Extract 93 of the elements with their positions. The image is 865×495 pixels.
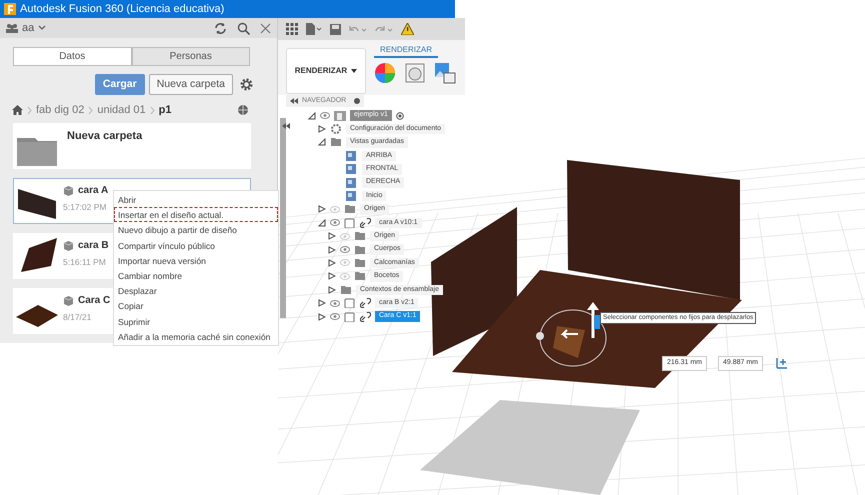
- settings-icon[interactable]: [240, 78, 253, 91]
- folder-icon: [354, 244, 366, 255]
- menu-item[interactable]: Nuevo dibujo a partir de diseño: [114, 222, 278, 238]
- team-name[interactable]: aa: [22, 20, 34, 36]
- eye-icon[interactable]: [330, 313, 340, 320]
- camera-view-icon: [346, 164, 358, 174]
- cube-icon: [63, 240, 74, 250]
- menu-item[interactable]: Importar nueva versión: [114, 252, 278, 268]
- file-name: Nueva carpeta: [67, 129, 142, 144]
- people-icon[interactable]: [6, 23, 18, 33]
- window-title: Autodesk Fusion 360 (Licencia educativa): [20, 2, 224, 17]
- collapse-icon[interactable]: [290, 98, 298, 104]
- app-logo-icon: [4, 3, 16, 15]
- ribbon-tab[interactable]: RENDERIZAR: [374, 44, 438, 58]
- globe-icon[interactable]: [237, 104, 249, 116]
- file-name: cara B: [78, 239, 109, 253]
- file-date: 8/17/21: [63, 311, 92, 324]
- chevron-icon: [88, 106, 94, 114]
- expand-arrow-icon[interactable]: [328, 232, 336, 240]
- chevron-icon: [150, 106, 155, 114]
- breadcrumb-link[interactable]: fab dig 02: [36, 102, 84, 118]
- menu-item[interactable]: Insertar en el diseño actual.: [114, 207, 278, 222]
- back-wall-panel[interactable]: [567, 160, 740, 300]
- pin-icon[interactable]: [354, 98, 360, 104]
- document-icon: [334, 110, 346, 121]
- scene-icon[interactable]: [404, 62, 426, 84]
- collapse-arrow-icon[interactable]: [318, 218, 326, 227]
- breadcrumb-link[interactable]: p1: [158, 102, 172, 118]
- collapse-arrow-icon[interactable]: [308, 112, 316, 120]
- caret-icon: [351, 69, 358, 73]
- expand-arrow-icon[interactable]: [328, 246, 336, 254]
- eye-icon[interactable]: [340, 246, 350, 254]
- settings-icon: [330, 124, 342, 134]
- save-icon[interactable]: [330, 24, 341, 34]
- file-card[interactable]: Nueva carpeta: [13, 123, 251, 169]
- color-wheel-icon[interactable]: [374, 62, 396, 84]
- home-icon[interactable]: [12, 105, 23, 115]
- warning-icon[interactable]: [401, 23, 414, 35]
- link-icon: [360, 312, 371, 322]
- folder-icon: [354, 258, 366, 268]
- folder-icon: [344, 204, 356, 214]
- image-icon[interactable]: [434, 62, 456, 84]
- link-icon: [360, 298, 371, 308]
- new-folder-button[interactable]: Nueva carpeta: [148, 74, 233, 95]
- eye-icon[interactable]: [330, 219, 340, 226]
- eye-icon[interactable]: [320, 112, 330, 120]
- expand-arrow-icon[interactable]: [318, 125, 326, 134]
- workspace-dropdown[interactable]: RENDERIZAR: [286, 48, 366, 94]
- cube-icon: [63, 186, 74, 196]
- tab[interactable]: Personas: [132, 47, 250, 66]
- menu-item[interactable]: Añadir a la memoria caché sin conexión: [114, 328, 278, 344]
- camera-view-icon: [346, 150, 358, 161]
- close-icon[interactable]: [260, 22, 271, 34]
- menu-item[interactable]: Cambiar nombre: [114, 268, 278, 284]
- activate-radio-icon[interactable]: [396, 112, 404, 120]
- expand-arrow-icon[interactable]: [328, 286, 336, 294]
- caret-icon[interactable]: [38, 25, 46, 31]
- add-dimension-icon[interactable]: [776, 357, 788, 369]
- cube-icon: [63, 296, 74, 306]
- expand-arrow-icon[interactable]: [318, 312, 326, 321]
- grid-icon[interactable]: [286, 23, 298, 35]
- file-date: 5:17:02 PM: [63, 201, 108, 214]
- expand-arrow-icon[interactable]: [328, 258, 336, 267]
- folder-icon: [354, 271, 366, 282]
- link-icon: [360, 218, 371, 228]
- component-icon: [344, 298, 356, 308]
- file-name: Cara C: [78, 294, 110, 308]
- component-icon: [344, 312, 356, 322]
- menu-item[interactable]: Compartir vínculo público: [114, 238, 278, 253]
- tab[interactable]: Datos: [13, 47, 132, 66]
- collapse-panel-icon[interactable]: [282, 123, 290, 129]
- chevron-icon: [27, 106, 32, 114]
- camera-view-icon: [346, 178, 358, 188]
- menu-item[interactable]: Copiar: [114, 298, 278, 314]
- collapse-arrow-icon[interactable]: [318, 138, 326, 146]
- expand-arrow-icon[interactable]: [318, 205, 326, 214]
- file-name: cara A: [78, 184, 108, 198]
- folder-icon: [17, 136, 57, 166]
- folder-icon: [340, 284, 352, 295]
- file-icon[interactable]: [306, 23, 322, 35]
- refresh-icon[interactable]: [214, 22, 227, 34]
- camera-view-icon: [346, 191, 358, 202]
- menu-item[interactable]: Desplazar: [114, 283, 278, 298]
- expand-arrow-icon[interactable]: [318, 299, 326, 308]
- file-date: 5:16:11 PM: [63, 256, 107, 269]
- search-icon[interactable]: [237, 22, 250, 34]
- expand-arrow-icon[interactable]: [328, 272, 336, 280]
- breadcrumb-link[interactable]: unidad 01: [97, 102, 146, 118]
- menu-item[interactable]: Suprimir: [114, 314, 278, 329]
- eye-icon[interactable]: [330, 300, 340, 307]
- folder-icon: [330, 137, 342, 148]
- component-icon: [344, 218, 356, 228]
- folder-icon: [354, 231, 366, 242]
